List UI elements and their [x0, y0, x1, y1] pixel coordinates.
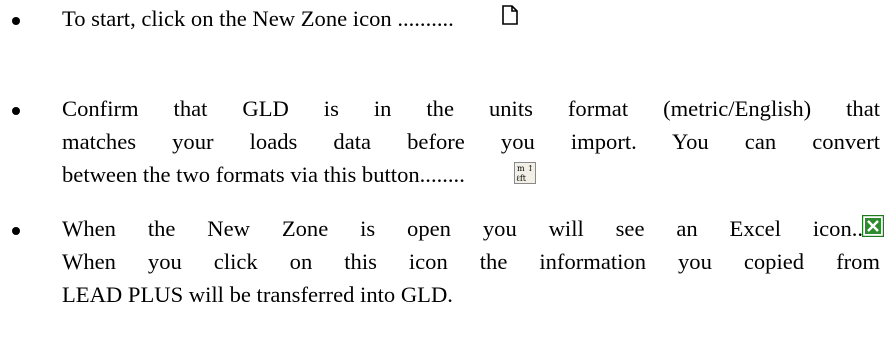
svg-text:ℓft: ℓft [516, 174, 527, 183]
instruction-list: To start, click on the New Zone icon ...… [0, 0, 888, 337]
text-line: between the two formats via this button.… [62, 162, 465, 187]
text-line: LEAD PLUS will be transferred into GLD. [62, 282, 453, 307]
new-document-icon[interactable] [500, 4, 520, 26]
svg-text:m: m [517, 164, 525, 173]
text-line: To start, click on the New Zone icon ...… [62, 6, 454, 31]
metric-english-toggle-icon[interactable]: m ↕ ℓft [514, 162, 536, 184]
bullet-dot [12, 17, 20, 25]
bullet-dot [12, 107, 20, 115]
text-line: Confirm that GLD is in the units format … [62, 96, 880, 121]
text-line: matches your loads data before you impor… [62, 129, 880, 154]
list-item-text: Confirm that GLD is in the units format … [62, 92, 880, 191]
list-item-text: To start, click on the New Zone icon ...… [62, 2, 880, 35]
excel-icon[interactable] [862, 215, 884, 237]
text-line: When you click on this icon the informat… [62, 249, 880, 274]
text-line: When the New Zone is open you will see a… [62, 216, 880, 241]
svg-text:↕: ↕ [527, 164, 534, 173]
list-item-text: When the New Zone is open you will see a… [62, 212, 880, 311]
bullet-dot [12, 227, 20, 235]
